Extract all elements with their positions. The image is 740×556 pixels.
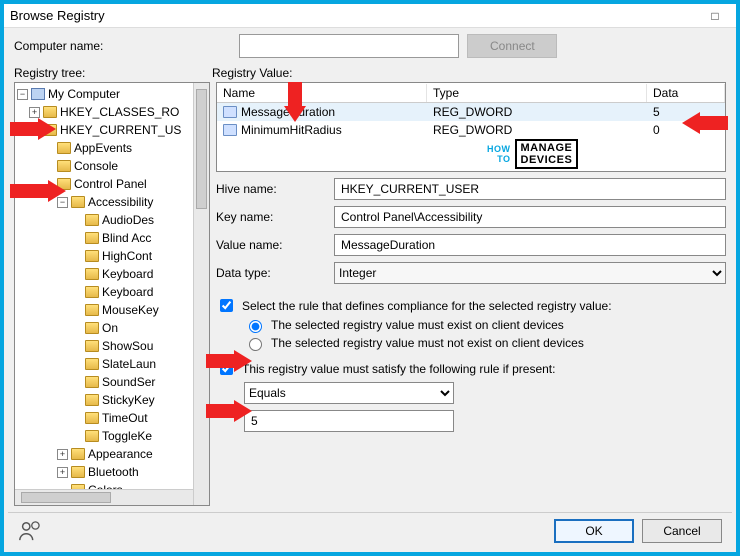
computer-icon <box>31 88 45 100</box>
registry-tree[interactable]: −My Computer +HKEY_CLASSES_RO −HKEY_CURR… <box>14 82 210 506</box>
user-help-icon <box>18 520 40 542</box>
tree-sticky[interactable]: StickyKey <box>102 391 155 409</box>
cell-type: REG_DWORD <box>433 123 512 137</box>
col-data[interactable]: Data <box>647 84 725 102</box>
tree-root[interactable]: My Computer <box>48 85 120 103</box>
folder-icon <box>85 214 99 226</box>
tree-hkcr[interactable]: HKEY_CLASSES_RO <box>60 103 179 121</box>
tree-horizontal-scrollbar[interactable] <box>15 489 193 505</box>
list-row[interactable]: MinimumHitRadius REG_DWORD 0 <box>217 121 725 139</box>
operator-select[interactable]: Equals <box>244 382 454 404</box>
dword-icon <box>223 106 237 118</box>
folder-icon <box>57 160 71 172</box>
list-row[interactable]: MessageDuration REG_DWORD 5 <box>217 103 725 121</box>
datatype-label: Data type: <box>216 266 326 280</box>
maximize-icon[interactable]: □ <box>700 7 730 25</box>
watermark: HOWTO MANAGEDEVICES <box>487 139 578 169</box>
folder-icon <box>57 178 71 190</box>
tree-kb2[interactable]: Keyboard <box>102 283 153 301</box>
folder-icon <box>85 286 99 298</box>
satisfy-rule-label: This registry value must satisfy the fol… <box>242 362 555 376</box>
satisfy-rule-checkbox[interactable] <box>220 362 233 375</box>
hive-label: Hive name: <box>216 182 326 196</box>
cancel-button[interactable]: Cancel <box>642 519 722 543</box>
cell-name: MessageDuration <box>241 105 335 119</box>
folder-icon <box>85 358 99 370</box>
folder-icon <box>85 250 99 262</box>
select-rule-label: Select the rule that defines compliance … <box>242 299 612 313</box>
tree-vertical-scrollbar[interactable] <box>193 83 209 505</box>
folder-icon <box>43 124 57 136</box>
select-rule-checkbox[interactable] <box>220 299 233 312</box>
must-not-exist-label: The selected registry value must not exi… <box>271 336 584 350</box>
folder-icon <box>71 466 85 478</box>
folder-icon <box>85 340 99 352</box>
tree-kb1[interactable]: Keyboard <box>102 265 153 283</box>
window-title: Browse Registry <box>10 8 105 23</box>
cell-type: REG_DWORD <box>433 105 512 119</box>
tree-high[interactable]: HighCont <box>102 247 152 265</box>
key-label: Key name: <box>216 210 326 224</box>
folder-icon <box>85 268 99 280</box>
dword-icon <box>223 124 237 136</box>
datatype-select[interactable]: Integer <box>334 262 726 284</box>
cell-data: 5 <box>653 105 660 119</box>
folder-icon <box>57 142 71 154</box>
ok-button[interactable]: OK <box>554 519 634 543</box>
registry-value-label: Registry Value: <box>212 66 292 80</box>
connect-button[interactable]: Connect <box>467 34 557 58</box>
tree-showsou[interactable]: ShowSou <box>102 337 153 355</box>
registry-value-list[interactable]: Name Type Data MessageDuration REG_DWORD… <box>216 82 726 172</box>
hive-field[interactable] <box>334 178 726 200</box>
tree-appevents[interactable]: AppEvents <box>74 139 132 157</box>
folder-icon <box>85 304 99 316</box>
registry-tree-label: Registry tree: <box>14 66 212 80</box>
folder-icon <box>85 322 99 334</box>
folder-icon <box>85 232 99 244</box>
tree-toggle[interactable]: ToggleKe <box>102 427 152 445</box>
tree-sound[interactable]: SoundSer <box>102 373 155 391</box>
folder-icon <box>85 394 99 406</box>
folder-icon <box>71 448 85 460</box>
must-exist-radio[interactable] <box>249 320 262 333</box>
col-name[interactable]: Name <box>217 84 427 102</box>
folder-icon <box>85 376 99 388</box>
folder-icon <box>71 196 85 208</box>
tree-console[interactable]: Console <box>74 157 118 175</box>
tree-appearance[interactable]: Appearance <box>88 445 153 463</box>
must-exist-label: The selected registry value must exist o… <box>271 318 564 332</box>
tree-audio[interactable]: AudioDes <box>102 211 154 229</box>
tree-bluetooth[interactable]: Bluetooth <box>88 463 139 481</box>
tree-timeout[interactable]: TimeOut <box>102 409 148 427</box>
folder-icon <box>43 106 57 118</box>
tree-slate[interactable]: SlateLaun <box>102 355 156 373</box>
tree-hkcu[interactable]: HKEY_CURRENT_US <box>60 121 181 139</box>
value-field[interactable] <box>334 234 726 256</box>
key-field[interactable] <box>334 206 726 228</box>
tree-blind[interactable]: Blind Acc <box>102 229 151 247</box>
col-type[interactable]: Type <box>427 84 647 102</box>
tree-controlpanel[interactable]: Control Panel <box>74 175 147 193</box>
must-not-exist-radio[interactable] <box>249 338 262 351</box>
operand-input[interactable] <box>244 410 454 432</box>
computer-name-input[interactable] <box>239 34 459 58</box>
cell-data: 0 <box>653 123 660 137</box>
value-label: Value name: <box>216 238 326 252</box>
tree-on[interactable]: On <box>102 319 118 337</box>
tree-mouse[interactable]: MouseKey <box>102 301 159 319</box>
computer-name-label: Computer name: <box>14 39 103 53</box>
folder-icon <box>85 412 99 424</box>
cell-name: MinimumHitRadius <box>241 123 342 137</box>
tree-accessibility[interactable]: Accessibility <box>88 193 153 211</box>
folder-icon <box>85 430 99 442</box>
